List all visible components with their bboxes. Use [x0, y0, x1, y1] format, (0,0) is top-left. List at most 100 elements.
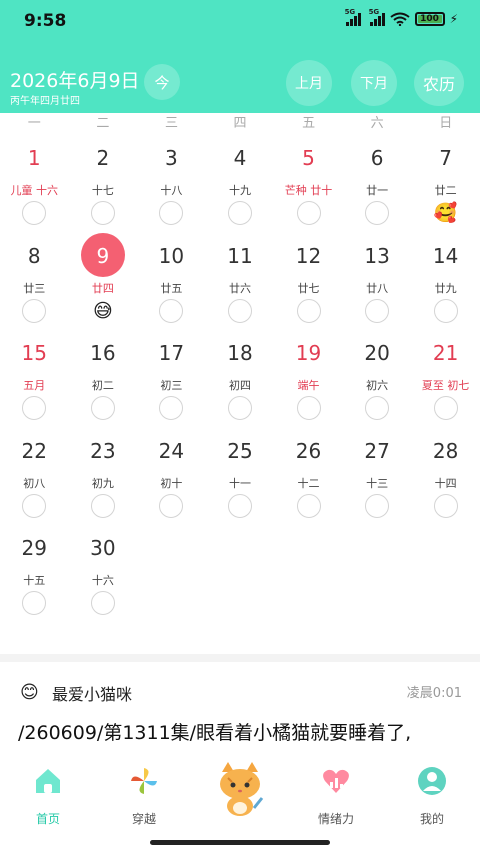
mood-empty-circle[interactable] [159, 298, 184, 323]
calendar-day[interactable]: 19 端午 [274, 333, 343, 431]
calendar-day[interactable]: 21 夏至 初七 [411, 333, 480, 431]
day-number: 10 [158, 243, 185, 268]
mood-empty-circle[interactable] [90, 591, 115, 615]
wifi-icon [389, 12, 410, 26]
mood-empty-circle[interactable] [296, 298, 321, 323]
calendar-day[interactable]: 6 廿一 [343, 138, 412, 236]
mood-empty-circle[interactable] [227, 298, 252, 323]
calendar-day-selected[interactable]: 9 廿四 😅 [69, 232, 138, 334]
calendar-day[interactable]: 24 初十 [137, 431, 206, 529]
calendar-day[interactable]: 26 十二 [274, 431, 343, 529]
day-lunar-label: 廿七 [297, 281, 320, 295]
tab-center-mascot[interactable] [205, 758, 275, 818]
mood-empty-circle[interactable] [433, 493, 458, 518]
mood-empty-circle[interactable] [22, 298, 47, 323]
mood-empty-circle[interactable] [22, 591, 47, 615]
mood-empty-circle[interactable] [365, 298, 390, 323]
mood-empty-circle[interactable] [227, 396, 252, 420]
day-number: 12 [295, 243, 322, 268]
day-lunar-label: 初八 [23, 476, 46, 490]
tab-emotion[interactable]: 情绪力 [301, 766, 371, 827]
next-month-button[interactable]: 下月 [351, 60, 397, 106]
mood-empty-circle[interactable] [159, 201, 184, 225]
day-number: 14 [432, 243, 459, 268]
calendar-day[interactable]: 29 十五 [0, 528, 69, 626]
day-number: 16 [90, 341, 116, 365]
calendar-week-row: 8 廿三 9 廿四 😅 10 廿五 11 廿六 12 廿七 13 廿八 14 廿九 [0, 232, 480, 334]
mood-empty-circle[interactable] [296, 493, 321, 518]
day-number: 17 [158, 341, 185, 365]
mood-empty-circle[interactable] [90, 493, 115, 518]
day-lunar-label: 十四 [434, 476, 457, 490]
mood-empty-circle[interactable] [365, 493, 390, 518]
calendar-day[interactable]: 27 十三 [343, 431, 412, 529]
mood-empty-circle[interactable] [227, 201, 252, 225]
mood-empty-circle[interactable] [159, 493, 184, 518]
day-lunar-label: 初九 [91, 476, 114, 490]
calendar-day[interactable]: 1 儿童 十六 [0, 138, 69, 236]
day-number: 28 [432, 438, 459, 463]
mood-empty-circle[interactable] [90, 201, 115, 225]
calendar-day[interactable]: 18 初四 [206, 333, 275, 431]
charging-icon: ⚡ [449, 12, 458, 26]
mood-empty-circle[interactable] [433, 298, 458, 323]
mood-empty-circle[interactable] [296, 201, 321, 225]
mood-empty-circle[interactable] [22, 201, 47, 225]
bottom-tab-bar: 首页 穿越 情绪力 我的 [0, 752, 480, 853]
day-number: 30 [90, 536, 116, 560]
calendar-day[interactable]: 13 廿八 [343, 236, 412, 334]
mood-empty-circle[interactable] [159, 396, 184, 420]
mood-empty-circle[interactable] [365, 201, 390, 225]
today-button[interactable]: 今 [144, 64, 180, 100]
mood-empty-circle[interactable] [90, 396, 115, 420]
mood-empty-circle[interactable] [227, 493, 252, 518]
mood-emoji-icon[interactable]: 😅 [91, 299, 115, 323]
mood-empty-circle[interactable] [22, 493, 47, 518]
calendar-day[interactable]: 17 初三 [137, 333, 206, 431]
calendar-day[interactable]: 12 廿七 [274, 236, 343, 334]
mood-empty-circle[interactable] [365, 396, 390, 420]
calendar-day[interactable]: 25 十一 [206, 431, 275, 529]
calendar-day[interactable]: 5 芒种 廿十 [274, 138, 343, 236]
calendar-day[interactable]: 10 廿五 [137, 236, 206, 334]
calendar-day[interactable]: 14 廿九 [411, 236, 480, 334]
day-lunar-label: 初三 [160, 379, 183, 392]
mood-empty-circle[interactable] [22, 396, 47, 420]
day-number: 11 [227, 243, 253, 268]
lunar-toggle-button[interactable]: 农历 [414, 60, 464, 106]
current-date[interactable]: 2026年6月9日 [10, 66, 140, 93]
mood-empty-circle[interactable] [296, 396, 321, 420]
calendar-day[interactable]: 30 十六 [69, 528, 138, 626]
status-icons: 5G 5G 100 ⚡ [345, 8, 458, 26]
diary-post-card[interactable]: 😊 最爱小猫咪 凌晨0:01 /260609/第1311集/眼看着小橘猫就要睡着… [0, 662, 480, 752]
day-lunar-label: 初十 [160, 476, 183, 490]
tab-profile[interactable]: 我的 [397, 766, 467, 827]
author-avatar[interactable]: 😊 [20, 682, 42, 704]
calendar-day[interactable]: 22 初八 [0, 431, 69, 529]
post-author[interactable]: 最爱小猫咪 [52, 681, 132, 705]
lunar-date: 丙午年四月廿四 [10, 96, 80, 107]
calendar-day[interactable]: 15 五月 [0, 333, 69, 431]
day-number: 22 [21, 438, 47, 463]
calendar-day[interactable]: 7 廿二 🥰 [411, 138, 480, 236]
calendar-day[interactable]: 20 初六 [343, 333, 412, 431]
day-lunar-label: 十三 [366, 476, 389, 490]
calendar-day[interactable]: 23 初九 [69, 431, 138, 529]
mood-emoji-icon[interactable]: 🥰 [434, 201, 458, 225]
calendar-day[interactable]: 3 十八 [137, 138, 206, 236]
prev-month-button[interactable]: 上月 [286, 60, 332, 106]
calendar-day[interactable]: 4 十九 [206, 138, 275, 236]
calendar-day[interactable]: 16 初二 [69, 333, 138, 431]
calendar-day[interactable]: 11 廿六 [206, 236, 275, 334]
battery-icon: 100 [414, 12, 445, 26]
tab-travel[interactable]: 穿越 [109, 766, 179, 827]
calendar-day[interactable]: 28 十四 [411, 431, 480, 529]
day-lunar-label: 廿九 [434, 281, 457, 295]
day-number: 20 [364, 341, 390, 365]
calendar-day[interactable]: 2 十七 [69, 138, 138, 236]
post-text[interactable]: /260609/第1311集/眼看着小橘猫就要睡着了, [18, 718, 480, 745]
tab-home[interactable]: 首页 [13, 766, 83, 827]
mood-empty-circle[interactable] [433, 396, 458, 420]
calendar-day[interactable]: 8 廿三 [0, 236, 69, 334]
day-lunar-label: 初四 [228, 379, 251, 392]
